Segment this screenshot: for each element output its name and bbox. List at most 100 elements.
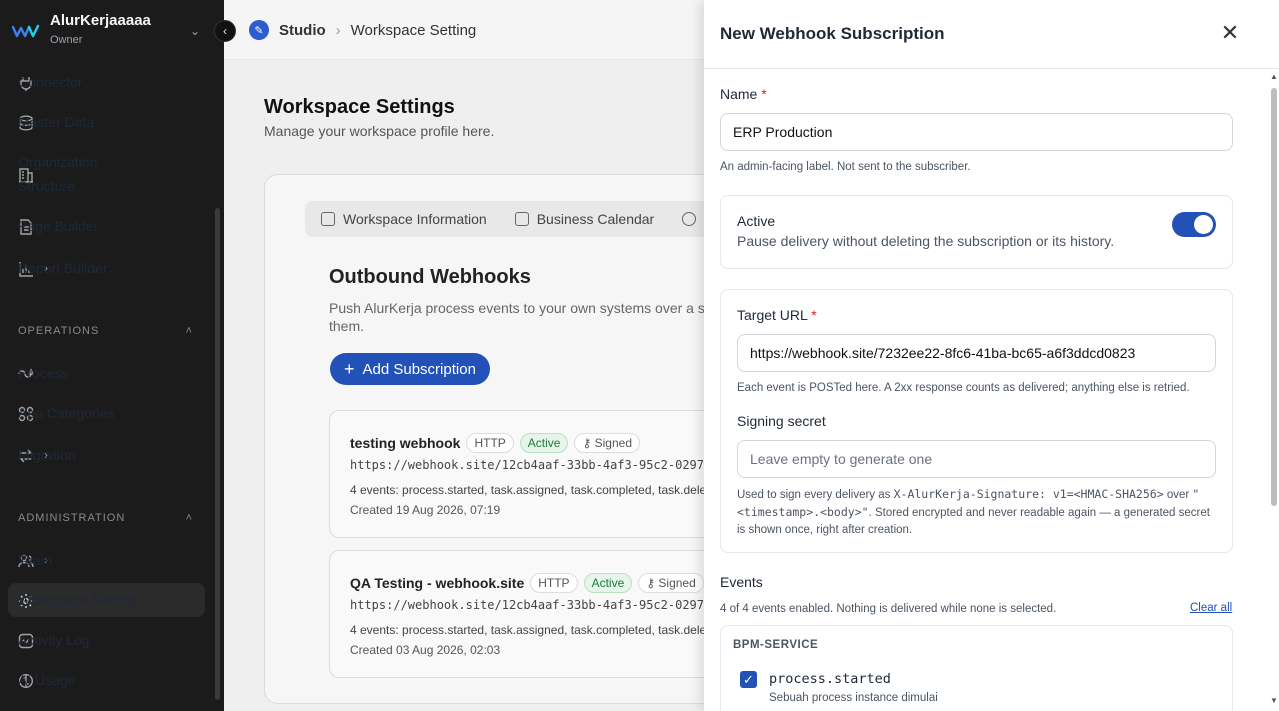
webhooks-title: Outbound Webhooks	[329, 266, 531, 288]
workspace-name: AlurKerjaaaaa	[50, 12, 151, 29]
studio-icon: ✎	[249, 20, 269, 40]
signed-label: Signed	[658, 576, 696, 590]
sidebar-item-connector[interactable]: Connector	[8, 65, 205, 99]
page-title: Workspace Settings	[264, 96, 455, 118]
tab-more[interactable]	[682, 212, 697, 226]
signing-secret-input[interactable]: Leave empty to generate one	[737, 440, 1216, 478]
clear-all-link[interactable]: Clear all	[1190, 602, 1232, 614]
events-label: Events	[720, 574, 763, 590]
main-content: ✎ Studio › Workspace Setting Workspace S…	[224, 0, 744, 711]
target-url-hint: Each event is POSTed here. A 2xx respons…	[737, 382, 1190, 394]
plus-icon: +	[344, 358, 355, 379]
subscription-name: QA Testing - webhook.site	[350, 575, 525, 591]
sidebar-item-label: Migration	[18, 447, 76, 463]
sidebar-item-workspace-setting[interactable]: Workspace Setting	[8, 583, 205, 617]
sidebar-item-label: Master Data	[18, 114, 95, 130]
sidebar-item-organization-structure[interactable]: Organization Structure	[8, 145, 205, 194]
subscription-created: Created 03 Aug 2026, 02:03	[350, 643, 501, 657]
subscription-card[interactable]: QA Testing - webhook.site HTTP Active ⚷ …	[329, 550, 729, 678]
sidebar-item-app-categories[interactable]: App Categories	[8, 396, 205, 430]
sidebar-item-report-builder[interactable]: Report Builder ›	[8, 251, 205, 285]
protocol-badge: HTTP	[530, 573, 578, 593]
subscription-events: 4 events: process.started, task.assigned…	[350, 623, 707, 637]
event-name: process.started	[769, 671, 891, 687]
section-label: OPERATIONS	[18, 325, 100, 337]
top-bar: ✎ Studio › Workspace Setting	[224, 0, 704, 60]
status-badge: Active	[519, 433, 569, 453]
sidebar-item-migration[interactable]: Migration ›	[8, 438, 205, 472]
section-header-administration[interactable]: ADMINISTRATION ˄	[18, 512, 193, 524]
event-checkbox[interactable]: ✓	[740, 671, 757, 688]
sidebar-item-label: Workspace Setting	[18, 592, 136, 608]
sidebar-item-ai-usage[interactable]: AI Usage	[8, 663, 205, 697]
sidebar-item-label: Connector	[18, 74, 83, 90]
active-label: Active	[737, 213, 776, 229]
page-subtitle: Manage your workspace profile here.	[264, 123, 495, 139]
palette-icon	[682, 212, 697, 226]
name-label: Name *	[720, 86, 767, 102]
active-toggle[interactable]	[1172, 212, 1216, 237]
required-marker: *	[811, 307, 817, 323]
subscription-url: https://webhook.site/12cb4aaf-33bb-4af3-…	[350, 458, 705, 472]
sidebar-item-activity-log[interactable]: Activity Log	[8, 623, 205, 657]
breadcrumb-root[interactable]: Studio	[279, 22, 326, 39]
event-description: Sebuah process instance dimulai	[769, 692, 938, 704]
signing-secret-label: Signing secret	[737, 413, 826, 429]
target-url-input[interactable]: https://webhook.site/7232ee22-8fc6-41ba-…	[737, 334, 1216, 372]
subscription-created: Created 19 Aug 2026, 07:19	[350, 503, 501, 517]
webhooks-description-cont: them.	[329, 318, 365, 334]
name-label-text: Name	[720, 86, 758, 102]
subscription-events: 4 events: process.started, task.assigned…	[350, 483, 707, 497]
tab-label: Workspace Information	[343, 211, 487, 227]
tab-business-calendar[interactable]: Business Calendar	[514, 211, 655, 227]
webhooks-description: Push AlurKerja process events to your ow…	[329, 300, 708, 316]
section-header-operations[interactable]: OPERATIONS ˄	[18, 325, 193, 337]
sidebar-item-label: Organization Structure	[18, 154, 98, 194]
section-label: ADMINISTRATION	[18, 512, 126, 524]
sidebar-item-page-builder[interactable]: Page Builder	[8, 209, 205, 243]
subscription-card[interactable]: testing webhook HTTP Active ⚷ Signed htt…	[329, 410, 729, 538]
tab-label: Business Calendar	[536, 211, 655, 227]
hint-text: over	[1166, 489, 1190, 501]
protocol-badge: HTTP	[466, 433, 514, 453]
tab-workspace-information[interactable]: Workspace Information	[321, 211, 487, 227]
check-icon: ✓	[743, 672, 754, 687]
building-icon	[321, 212, 335, 226]
sidebar-item-process[interactable]: Process	[8, 356, 205, 390]
signed-label: Signed	[594, 436, 632, 450]
status-badge: Active	[583, 573, 633, 593]
sidebar-item-label: Page Builder	[18, 218, 99, 234]
panel-scrollbar[interactable]: ▲ ▼	[1267, 72, 1279, 711]
chevron-right-icon: ›	[335, 21, 341, 39]
breadcrumb-current: Workspace Setting	[350, 21, 477, 39]
sidebar-item-label: Activity Log	[18, 632, 90, 648]
name-input[interactable]: ERP Production	[720, 113, 1233, 151]
scroll-up-icon[interactable]: ▲	[1270, 72, 1278, 81]
sidebar-item-label: App Categories	[18, 405, 115, 421]
events-summary: 4 of 4 events enabled. Nothing is delive…	[720, 603, 1057, 615]
chevron-up-icon: ˄	[185, 325, 193, 337]
scrollbar-thumb[interactable]	[1271, 88, 1277, 506]
workspace-switcher[interactable]: AlurKerjaaaaa Owner ⌄	[0, 0, 224, 60]
webhook-subscription-panel: New Webhook Subscription ✕ Name * ERP Pr…	[704, 0, 1279, 711]
brand-logo-icon	[12, 24, 40, 38]
active-box	[720, 195, 1233, 269]
collapse-sidebar-button[interactable]: ‹	[214, 20, 236, 42]
sidebar-scrollbar[interactable]	[215, 208, 220, 700]
signed-badge: ⚷ Signed	[574, 433, 640, 453]
sidebar-item-master-data[interactable]: Master Data	[8, 105, 205, 139]
scroll-down-icon[interactable]: ▼	[1270, 696, 1278, 705]
calendar-icon	[514, 212, 529, 226]
name-hint: An admin-facing label. Not sent to the s…	[720, 161, 971, 173]
sidebar-item-label: Report Builder	[18, 260, 108, 276]
sidebar-item-team[interactable]: Team ›	[8, 543, 205, 577]
workspace-role: Owner	[50, 34, 83, 46]
sidebar: AlurKerjaaaaa Owner ⌄ ‹ Connector Master…	[0, 0, 236, 711]
signing-secret-hint: Used to sign every delivery as X-AlurKer…	[737, 486, 1217, 539]
key-icon: ⚷	[582, 436, 592, 450]
sidebar-item-label: Process	[18, 365, 69, 381]
add-subscription-button[interactable]: + Add Subscription	[330, 353, 490, 385]
target-url-label: Target URL *	[737, 307, 817, 323]
close-icon[interactable]: ✕	[1220, 22, 1240, 44]
panel-header: New Webhook Subscription ✕	[704, 0, 1279, 69]
